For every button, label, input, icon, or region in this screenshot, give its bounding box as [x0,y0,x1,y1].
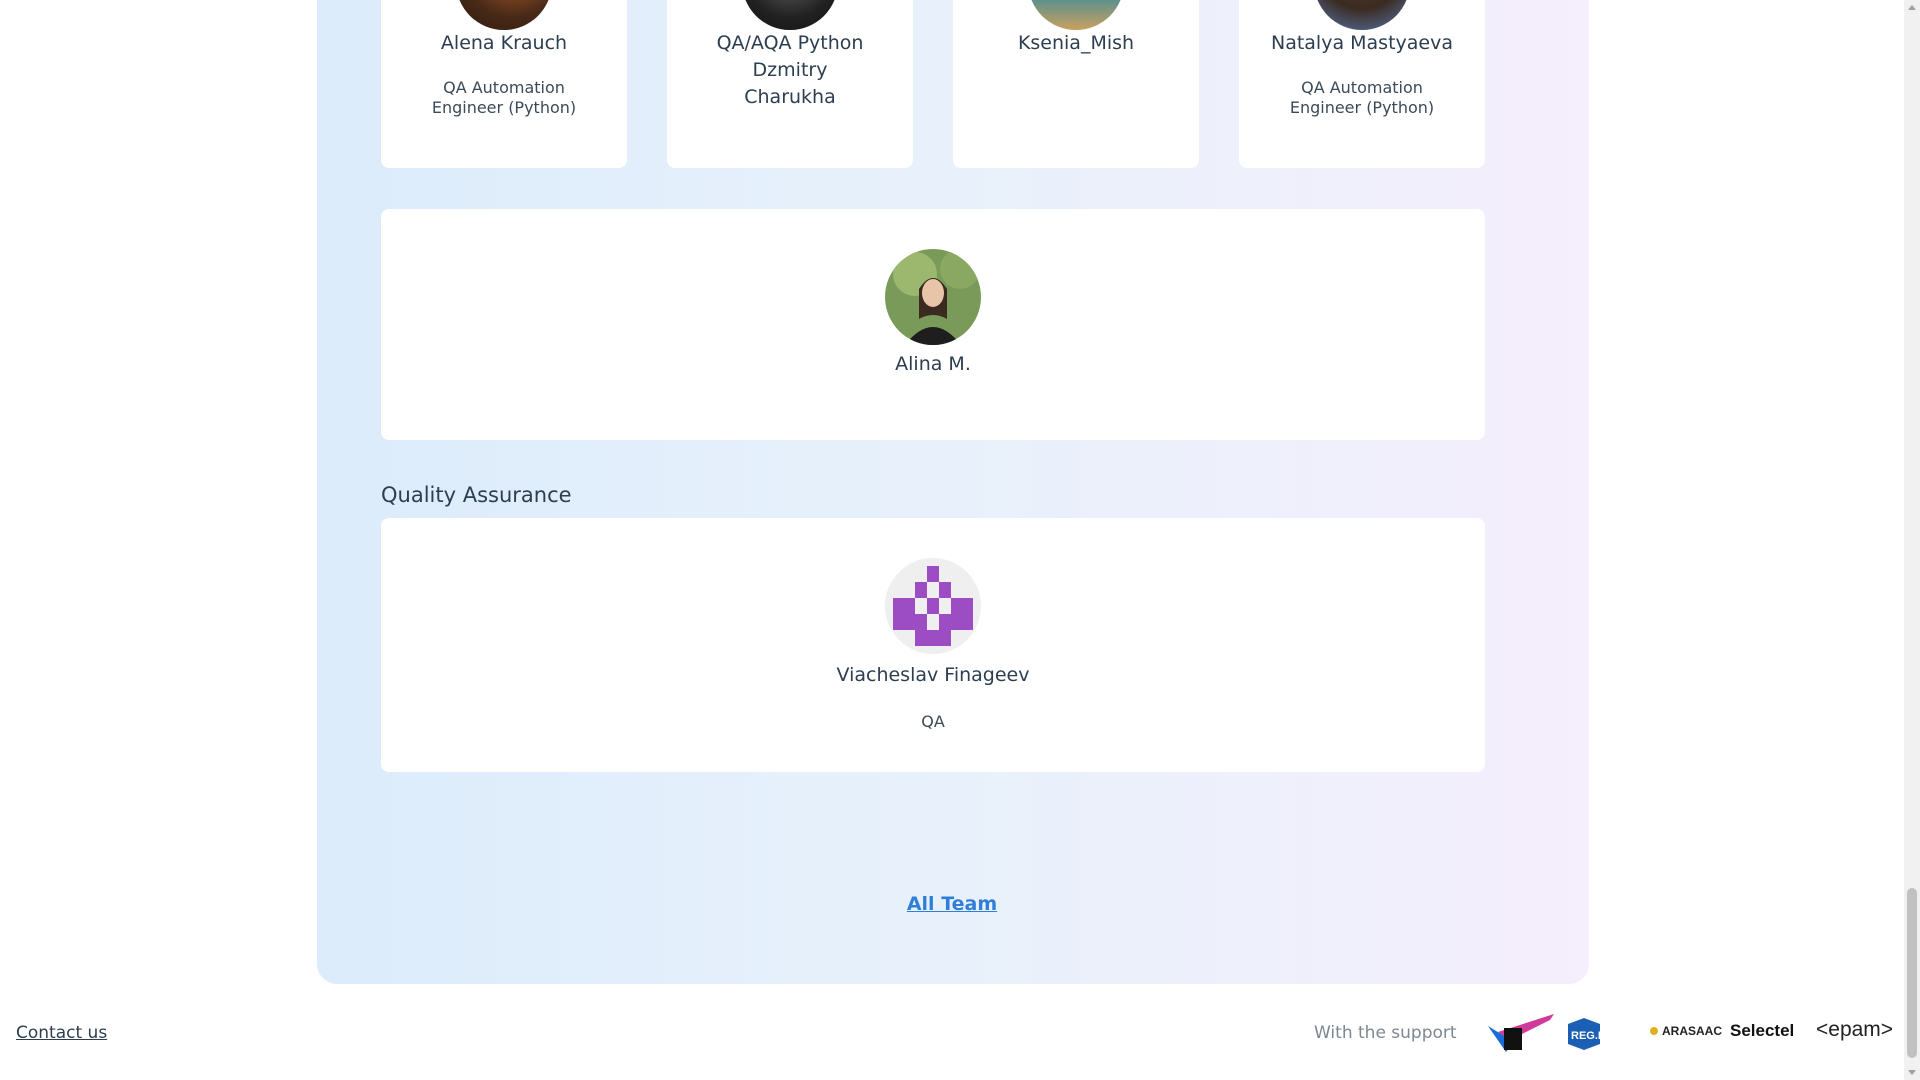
avatar [742,0,838,30]
member-name: Natalya Mastyaeva [1270,32,1453,54]
sponsor-name: ARASAAC [1662,1024,1722,1038]
team-card-ksenia: Ksenia_Mish [953,0,1199,168]
sponsor-logo-selectel[interactable]: Selectel [1730,1021,1794,1041]
arrow-logo-icon [1488,1014,1554,1052]
contact-us-link[interactable]: Contact us [16,1023,107,1043]
team-card-natalya: Natalya Mastyaeva QA Automation Engineer… [1239,0,1485,168]
arasaac-logo-icon [1650,1027,1658,1035]
regru-logo-icon: REG.RU [1568,1018,1614,1050]
team-card-alena: Alena Krauch QA Automation Engineer (Pyt… [381,0,627,168]
support-label: With the support [1314,1023,1457,1043]
sponsor-name: Selectel [1730,1021,1795,1040]
avatar [1028,0,1124,30]
avatar [456,0,552,30]
sponsor-logo-arrow[interactable] [1484,1012,1556,1056]
scroll-down-arrow-icon[interactable] [1908,1070,1916,1075]
sponsor-logo-regru[interactable]: REG.RU [1566,1018,1626,1050]
member-name: Ksenia_Mish [1017,32,1135,54]
avatar [885,249,981,345]
scroll-up-arrow-icon[interactable] [1908,5,1916,10]
sponsor-name: REG.RU [1571,1030,1614,1042]
member-role: QA Automation Engineer (Python) [431,78,577,117]
member-role: QA Automation Engineer (Python) [1289,78,1435,117]
section-title-quality-assurance: Quality Assurance [381,483,572,507]
sponsor-logo-arasaac[interactable]: ARASAAC [1650,1024,1722,1038]
member-name: Alina M. [895,353,971,375]
all-team-link[interactable]: All Team [907,893,997,915]
member-name: QA/AQA Python Dzmitry Charukha [716,32,864,108]
team-card-dzmitry: QA/AQA Python Dzmitry Charukha [667,0,913,168]
sponsor-logo-epam[interactable]: <epam> [1816,1018,1893,1042]
scrollbar[interactable] [1904,0,1920,1080]
member-name: Alena Krauch [440,32,568,54]
avatar [1314,0,1410,30]
member-role: QA [921,712,945,731]
sponsor-name: <epam> [1816,1018,1894,1041]
identicon-avatar [885,558,981,654]
member-name: Viacheslav Finageev [836,664,1030,686]
scrollbar-thumb[interactable] [1907,888,1917,1058]
all-team-container: All Team [0,893,1904,915]
team-card-viacheslav: Viacheslav Finageev QA [381,518,1485,772]
team-card-alina: Alina M. [381,209,1485,440]
